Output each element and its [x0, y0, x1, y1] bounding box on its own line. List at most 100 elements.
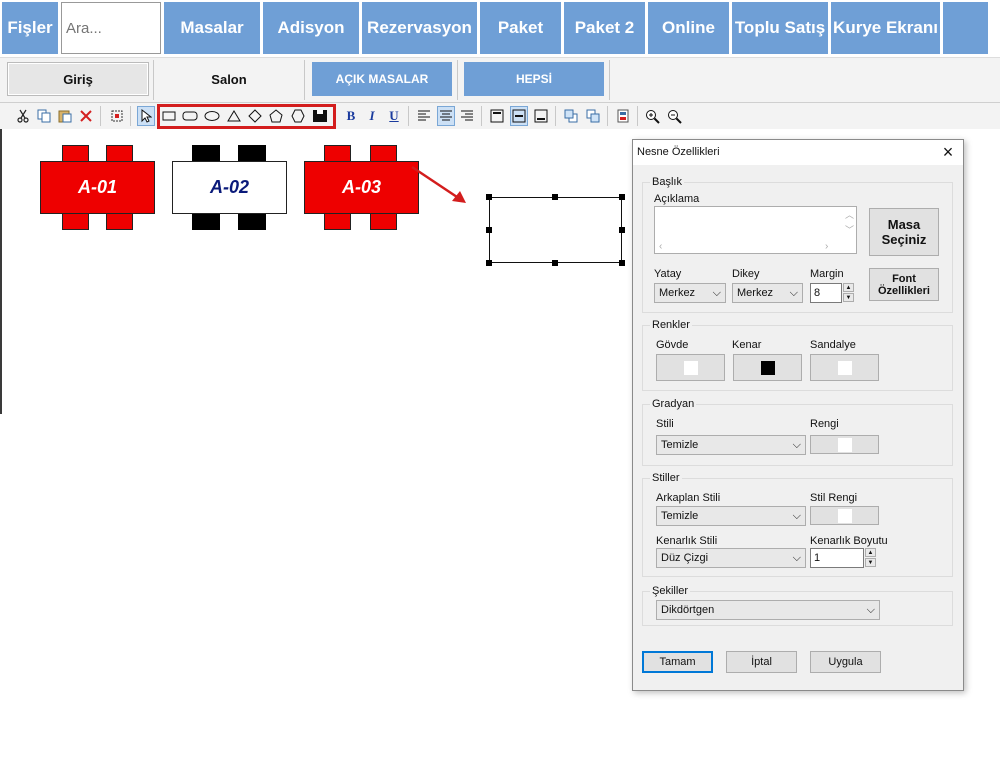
delete-icon[interactable]	[77, 106, 95, 126]
spin-down-icon[interactable]: ▼	[843, 293, 854, 302]
hepsi-button[interactable]: HEPSİ	[464, 62, 604, 96]
margin-input[interactable]: 8	[810, 283, 842, 303]
nav-more-button[interactable]	[943, 2, 988, 54]
spin-up-icon[interactable]: ▲	[865, 548, 876, 557]
zoom-out-icon[interactable]	[665, 106, 683, 126]
kenarlik-boyutu-input[interactable]: 1	[810, 548, 864, 568]
bold-icon[interactable]: B	[342, 106, 360, 126]
uygula-button[interactable]: Uygula	[810, 651, 881, 673]
sandalye-color-button[interactable]	[810, 354, 879, 381]
chair	[238, 212, 266, 230]
font-ozellikleri-button[interactable]: Font Özellikleri	[869, 268, 939, 301]
scroll-down-icon[interactable]: ﹀	[845, 223, 854, 236]
properties-icon[interactable]	[614, 106, 632, 126]
table-a01-label: A-01	[40, 161, 155, 214]
stil-rengi-swatch	[837, 508, 852, 523]
pointer-icon[interactable]	[137, 106, 155, 126]
paste-icon[interactable]	[56, 106, 74, 126]
chevron-down-icon: ⌵	[789, 287, 798, 299]
select-all-icon[interactable]	[108, 106, 126, 126]
italic-icon[interactable]: I	[363, 106, 381, 126]
valign-middle-icon[interactable]	[510, 106, 528, 126]
valign-top-icon[interactable]	[488, 106, 506, 126]
canvas-right-edge	[990, 129, 1000, 414]
toolbar-separator	[408, 106, 409, 126]
nav-fisler-button[interactable]: Fişler	[2, 2, 58, 54]
send-back-icon[interactable]	[584, 106, 602, 126]
search-input[interactable]	[61, 2, 161, 54]
arkaplan-stili-select[interactable]: Temizle ⌵	[656, 506, 806, 526]
dialog-title-bar: Nesne Özellikleri	[633, 140, 963, 165]
kenar-color-swatch	[760, 360, 775, 375]
resize-handle[interactable]	[619, 194, 625, 200]
nav-masalar-button[interactable]: Masalar	[164, 2, 260, 54]
resize-handle[interactable]	[486, 227, 492, 233]
nav-kurye-ekrani-button[interactable]: Kurye Ekranı	[831, 2, 940, 54]
toolbar-separator	[555, 106, 556, 126]
nav-toplu-satis-button[interactable]: Toplu Satış	[732, 2, 828, 54]
stil-rengi-label: Stil Rengi	[810, 492, 858, 504]
table-a02[interactable]: A-02	[172, 145, 287, 230]
govde-color-button[interactable]	[656, 354, 725, 381]
resize-handle[interactable]	[552, 260, 558, 266]
bring-front-icon[interactable]	[562, 106, 580, 126]
spin-up-icon[interactable]: ▲	[843, 283, 854, 292]
iptal-button[interactable]: İptal	[726, 651, 797, 673]
acik-masalar-button[interactable]: AÇIK MASALAR	[312, 62, 452, 96]
yatay-select[interactable]: Merkez ⌵	[654, 283, 726, 303]
spin-down-icon[interactable]: ▼	[865, 558, 876, 567]
align-right-icon[interactable]	[458, 106, 476, 126]
nav-paket2-button[interactable]: Paket 2	[564, 2, 645, 54]
tab-salon[interactable]: Salon	[158, 62, 300, 96]
arkaplan-stili-value: Temizle	[661, 510, 699, 522]
masa-seciniz-button[interactable]: Masa Seçiniz	[869, 208, 939, 256]
kenarlik-stili-select[interactable]: Düz Çizgi ⌵	[656, 548, 806, 568]
align-center-icon[interactable]	[437, 106, 455, 126]
chair	[324, 212, 351, 230]
resize-handle[interactable]	[486, 260, 492, 266]
sekil-select[interactable]: Dikdörtgen ⌵	[656, 600, 880, 620]
valign-bottom-icon[interactable]	[532, 106, 550, 126]
object-properties-dialog: Nesne Özellikleri × Başlık Açıklama ︿ ﹀ …	[632, 139, 964, 691]
dikey-select[interactable]: Merkez ⌵	[732, 283, 803, 303]
zoom-in-icon[interactable]	[643, 106, 661, 126]
gradyan-stili-value: Temizle	[661, 439, 699, 451]
gradyan-group-label: Gradyan	[650, 398, 697, 410]
scroll-right-icon[interactable]: ›	[825, 241, 828, 252]
stil-rengi-button[interactable]	[810, 506, 879, 525]
resize-handle[interactable]	[552, 194, 558, 200]
nav-adisyon-button[interactable]: Adisyon	[263, 2, 359, 54]
resize-handle[interactable]	[619, 260, 625, 266]
sekiller-group-label: Şekiller	[650, 585, 691, 597]
toolbar-separator	[100, 106, 101, 126]
underline-icon[interactable]: U	[385, 106, 403, 126]
aciklama-value	[655, 207, 840, 239]
nav-paket-button[interactable]: Paket	[480, 2, 561, 54]
gradyan-stili-select[interactable]: Temizle ⌵	[656, 435, 806, 455]
yatay-label: Yatay	[654, 268, 682, 280]
dikey-value: Merkez	[737, 287, 774, 299]
dialog-title: Nesne Özellikleri	[637, 146, 720, 158]
selected-rectangle-shape[interactable]	[489, 197, 622, 263]
resize-handle[interactable]	[486, 194, 492, 200]
kenarlik-boyutu-label: Kenarlık Boyutu	[810, 535, 888, 547]
govde-color-swatch	[683, 360, 698, 375]
gradyan-rengi-button[interactable]	[810, 435, 879, 454]
align-left-icon[interactable]	[415, 106, 433, 126]
nav-online-button[interactable]: Online	[648, 2, 729, 54]
scroll-up-icon[interactable]: ︿	[845, 208, 854, 221]
tamam-button[interactable]: Tamam	[642, 651, 713, 673]
chair	[192, 212, 220, 230]
aciklama-textarea[interactable]: ︿ ﹀ ‹ ›	[654, 206, 857, 254]
cut-icon[interactable]	[14, 106, 32, 126]
table-a01[interactable]: A-01	[40, 145, 155, 230]
nav-rezervasyon-button[interactable]: Rezervasyon	[362, 2, 477, 54]
scroll-left-icon[interactable]: ‹	[659, 241, 662, 252]
table-a03[interactable]: A-03	[304, 145, 419, 230]
tab-giris[interactable]: Giriş	[7, 62, 149, 96]
resize-handle[interactable]	[619, 227, 625, 233]
kenar-color-button[interactable]	[733, 354, 802, 381]
aciklama-label: Açıklama	[654, 193, 700, 205]
close-icon[interactable]: ×	[939, 142, 957, 162]
copy-icon[interactable]	[35, 106, 53, 126]
